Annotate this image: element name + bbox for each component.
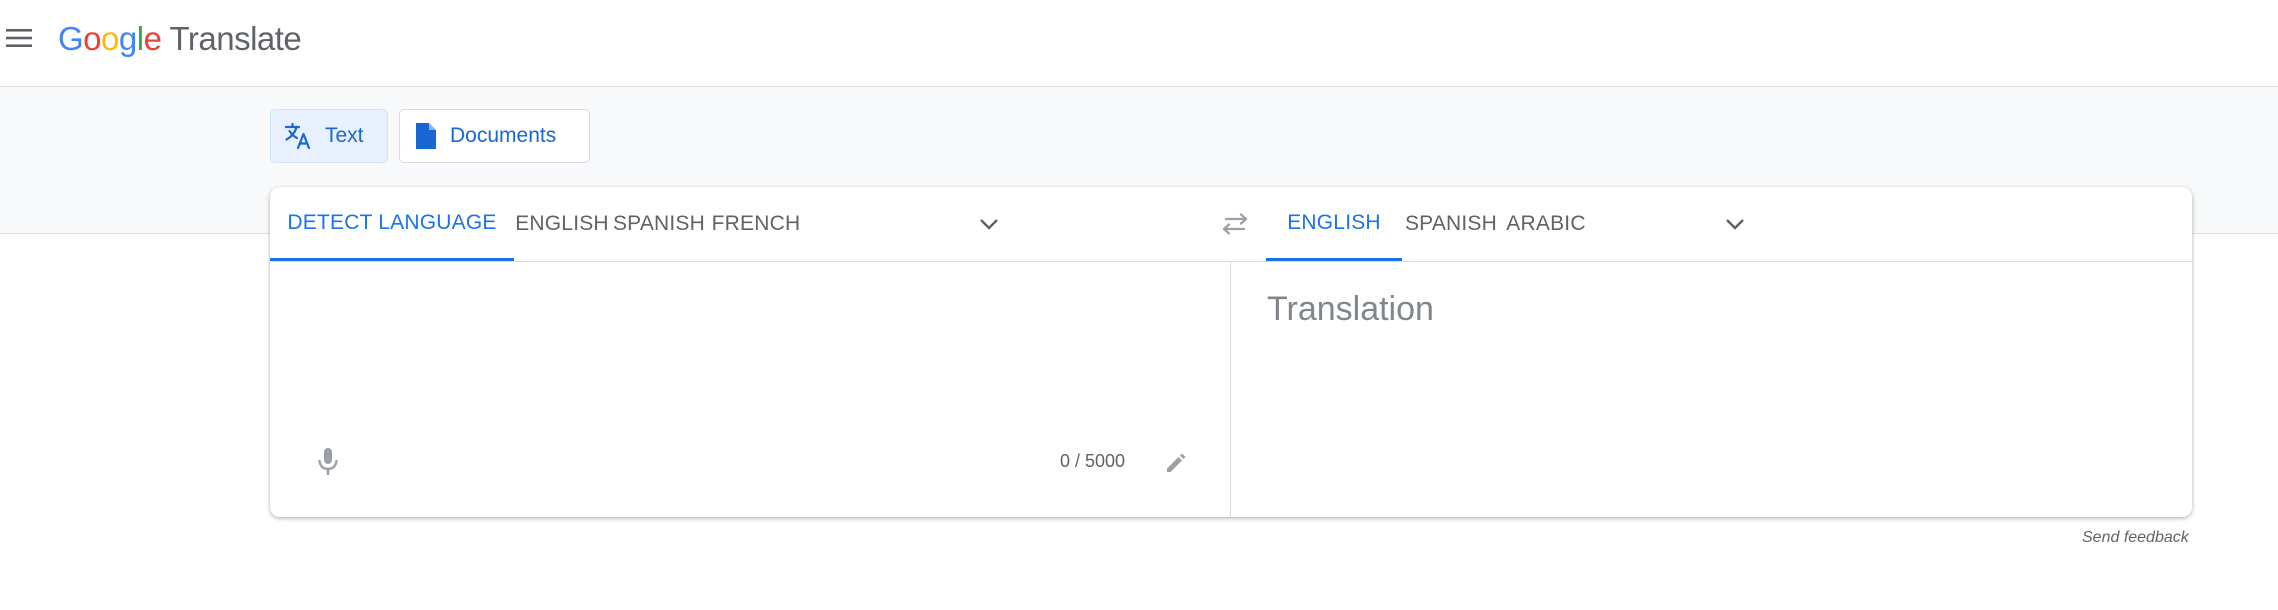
target-tab-label: ENGLISH (1287, 210, 1381, 234)
source-tab-english[interactable]: ENGLISH (514, 187, 610, 261)
source-tab-detect-language[interactable]: DETECT LANGUAGE (270, 187, 514, 261)
logo-letter-g2: g (118, 20, 137, 57)
logo-letter-o1: o (83, 20, 102, 57)
target-tab-english[interactable]: ENGLISH (1266, 187, 1402, 261)
source-tab-label: SPANISH (612, 212, 706, 235)
chevron-down-icon (980, 219, 998, 230)
microphone-icon (318, 448, 338, 475)
source-tab-label: FRENCH (711, 212, 801, 235)
logo-letter-g: G (58, 20, 84, 57)
language-bar: DETECT LANGUAGE ENGLISH SPANISH FRENCH E… (270, 187, 2192, 262)
swap-languages-button[interactable] (1215, 205, 1255, 243)
hamburger-menu-icon (6, 29, 32, 47)
source-panel: 0 / 5000 (270, 262, 1230, 517)
source-tab-french[interactable]: FRENCH (708, 187, 804, 261)
pencil-icon (1167, 453, 1186, 472)
source-text-input[interactable] (292, 282, 1196, 436)
source-tab-label: ENGLISH (515, 212, 609, 235)
translation-card: DETECT LANGUAGE ENGLISH SPANISH FRENCH E… (270, 187, 2192, 517)
main-menu-button[interactable] (4, 19, 34, 57)
voice-input-button[interactable] (308, 442, 348, 482)
documents-mode-button[interactable]: Documents (399, 109, 590, 163)
target-tab-arabic[interactable]: ARABIC (1500, 187, 1592, 261)
handwriting-input-button[interactable] (1157, 444, 1195, 482)
source-tab-label: DETECT LANGUAGE (287, 210, 497, 234)
translate-icon (284, 122, 311, 150)
text-mode-button[interactable]: Text (270, 109, 388, 163)
documents-mode-label: Documents (450, 124, 557, 147)
source-tab-spanish[interactable]: SPANISH (610, 187, 708, 261)
translation-panel: Translation (1231, 262, 2192, 517)
target-tab-spanish[interactable]: SPANISH (1402, 187, 1500, 261)
text-mode-label: Text (325, 124, 364, 147)
target-language-more-button[interactable] (1716, 205, 1754, 243)
app-header: Google Translate (0, 0, 2278, 87)
send-feedback-link[interactable]: Send feedback (2082, 529, 2189, 547)
target-tab-label: SPANISH (1404, 212, 1498, 235)
document-icon (416, 123, 436, 149)
target-tab-label: ARABIC (1506, 212, 1586, 235)
google-translate-logo[interactable]: Google Translate (58, 16, 302, 62)
logo-letter-o2: o (101, 20, 119, 57)
source-language-more-button[interactable] (970, 205, 1008, 243)
translation-output: Translation (1267, 290, 1434, 328)
swap-arrows-icon (1222, 213, 1248, 235)
logo-letter-l: l (136, 20, 144, 57)
chevron-down-icon (1726, 219, 1744, 230)
logo-letter-e: e (143, 20, 162, 57)
google-translate-page: Google Translate Text Documents DETECT L… (0, 0, 2278, 610)
product-name: Translate (169, 20, 302, 57)
